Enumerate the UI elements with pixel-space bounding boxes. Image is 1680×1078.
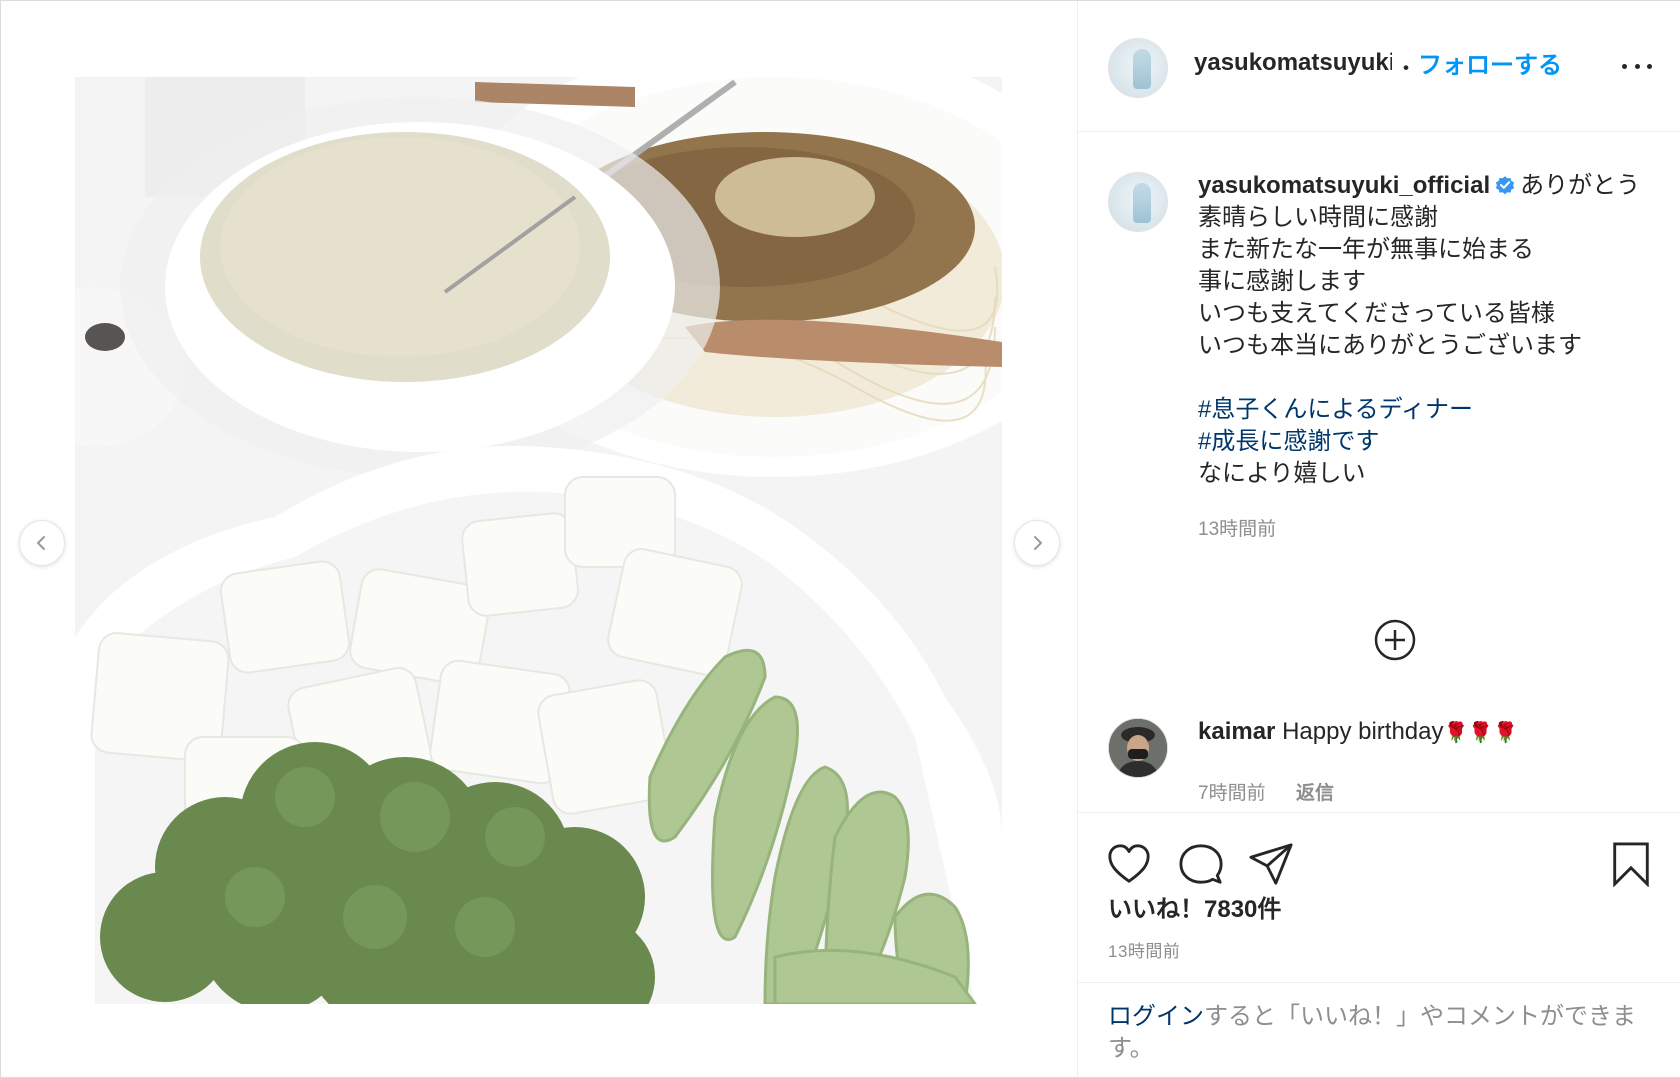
food-photo-illustration (75, 77, 1002, 1004)
more-icon (1622, 63, 1627, 69)
caption: yasukomatsuyuki_official ありがとう 素晴らしい時間に感… (1198, 170, 1648, 490)
plus-circle-icon[interactable] (1374, 619, 1416, 661)
avatar-figure (1133, 183, 1151, 223)
author-avatar[interactable] (1108, 38, 1168, 98)
comment-icon[interactable] (1178, 841, 1224, 887)
avatar-figure (1133, 49, 1151, 89)
caption-timestamp: 13時間前 (1198, 519, 1277, 540)
hashtag-link[interactable]: #息子くんによるディナー (1198, 396, 1473, 423)
caption-line: いつも本当にありがとうございます (1198, 332, 1582, 359)
comment-timestamp: 7時間前 (1198, 783, 1266, 804)
post-side-panel: yasukomatsuyuki_ ・ フォローする yasukomatsuyuk… (1077, 1, 1680, 1077)
avatar-illustration (1109, 719, 1167, 777)
login-prompt-text: ログインすると「いいね！」やコメントができます。 (1108, 1001, 1658, 1065)
hashtag-link[interactable]: #成長に感謝です (1198, 428, 1379, 455)
media-area (1, 1, 1077, 1077)
comment-username[interactable]: kaimar (1198, 718, 1275, 745)
login-prompt: ログインすると「いいね！」やコメントができます。 (1078, 982, 1680, 1078)
caption-line: ありがとう (1520, 172, 1641, 199)
chevron-left-icon (37, 536, 45, 550)
chevron-right-icon (1034, 536, 1042, 550)
comments-area: yasukomatsuyuki_official ありがとう 素晴らしい時間に感… (1078, 132, 1680, 812)
comment: kaimar Happy birthday🌹🌹🌹 (1198, 718, 1518, 746)
caption-line: いつも支えてくださっている皆様 (1198, 300, 1555, 327)
heart-icon[interactable] (1106, 841, 1152, 887)
more-icon-dot (1647, 63, 1652, 69)
login-link[interactable]: ログイン (1108, 1003, 1204, 1030)
post-actions: いいね！7830件 13時間前 (1078, 812, 1680, 983)
post-header: yasukomatsuyuki_ ・ フォローする (1078, 1, 1680, 132)
header-separator: ・ (1395, 56, 1418, 81)
previous-photo-button[interactable] (19, 520, 65, 566)
caption-line: 素晴らしい時間に感謝 (1198, 204, 1438, 231)
author-username[interactable]: yasukomatsuyuki_ (1194, 49, 1392, 77)
more-options-button[interactable] (1622, 61, 1652, 71)
caption-line: なにより嬉しい (1198, 460, 1366, 487)
caption-author-avatar[interactable] (1108, 172, 1168, 232)
reply-button[interactable]: 返信 (1296, 778, 1334, 805)
next-photo-button[interactable] (1014, 520, 1060, 566)
commenter-avatar[interactable] (1108, 718, 1168, 778)
post-timestamp: 13時間前 (1108, 942, 1181, 961)
caption-line: 事に感謝します (1198, 268, 1366, 295)
caption-line: また新たな一年が無事に始まる (1198, 236, 1534, 263)
comment-body: Happy birthday (1282, 718, 1444, 745)
verified-badge-icon (1495, 176, 1515, 195)
paper-plane-icon[interactable] (1248, 841, 1294, 887)
rose-emoji: 🌹🌹🌹 (1443, 722, 1519, 744)
bookmark-icon[interactable] (1608, 841, 1654, 887)
instagram-post-window: yasukomatsuyuki_ ・ フォローする yasukomatsuyuk… (0, 0, 1680, 1078)
caption-username[interactable]: yasukomatsuyuki_official (1198, 172, 1490, 199)
more-icon-dot (1634, 63, 1640, 69)
follow-button[interactable]: フォローする (1418, 45, 1562, 80)
likes-count[interactable]: いいね！7830件 (1108, 889, 1281, 924)
post-photo[interactable] (75, 77, 1002, 1004)
